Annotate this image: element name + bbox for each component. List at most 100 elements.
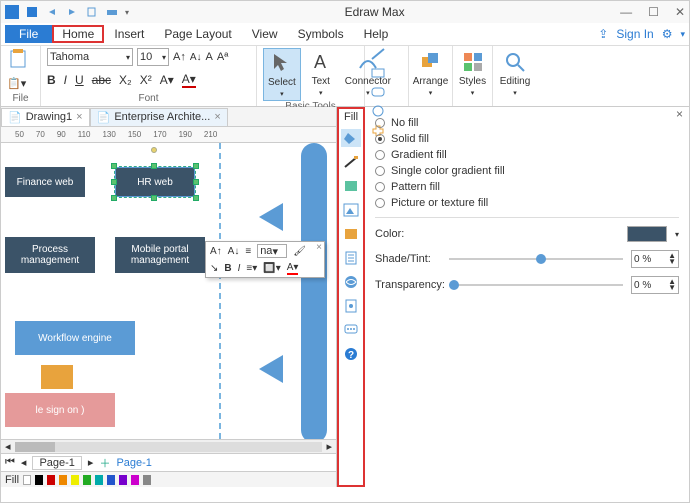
close-button[interactable]: ✕	[675, 5, 685, 19]
line-panel-icon[interactable]	[341, 153, 361, 171]
floating-mini-toolbar[interactable]: × A↑ A↓ ≡ na▾ 🖌 ↘ B I ≡▾ 🔲▾ A▾	[205, 241, 325, 278]
mini-fill-icon[interactable]: 🔲▾	[263, 263, 280, 274]
redo-icon[interactable]	[65, 5, 79, 19]
shape-process-mgmt[interactable]: Process management	[5, 237, 95, 273]
color-swatch[interactable]	[131, 475, 139, 485]
page-nav-first-icon[interactable]: ⏮	[5, 456, 15, 469]
rotation-handle[interactable]	[151, 147, 157, 153]
picture-panel-icon[interactable]	[341, 201, 361, 219]
mini-more-icon[interactable]: ↘	[210, 263, 218, 274]
page-panel-icon[interactable]	[341, 249, 361, 267]
fill-option-gradient[interactable]: Gradient fill	[375, 149, 679, 161]
add-page-icon[interactable]: ＋	[99, 455, 110, 471]
connector-arrow[interactable]	[41, 365, 73, 389]
drawing-canvas[interactable]: Finance web HR web Process management Mo…	[1, 143, 336, 439]
arrow-left-shape[interactable]	[259, 203, 283, 231]
pagelayout-menu[interactable]: Page Layout	[154, 25, 241, 43]
color-picker-button[interactable]	[627, 226, 667, 242]
font-more-icon[interactable]: Aª	[217, 51, 228, 63]
page-nav-prev-icon[interactable]: ◂	[21, 456, 27, 469]
rect-shape-icon[interactable]	[371, 67, 385, 82]
mini-line-icon[interactable]: ≡▾	[246, 263, 257, 274]
fontcolor-button[interactable]: A▾	[182, 72, 196, 88]
minimize-button[interactable]: —	[620, 5, 632, 19]
fill-option-singlegrad[interactable]: Single color gradient fill	[375, 165, 679, 177]
highlight-button[interactable]: A▾	[160, 73, 174, 87]
color-swatch[interactable]	[59, 475, 67, 485]
strike-button[interactable]: abc	[92, 73, 111, 87]
shape-finance-web[interactable]: Finance web	[5, 167, 85, 197]
print-icon[interactable]	[105, 5, 119, 19]
bold-button[interactable]: B	[47, 73, 56, 87]
hyperlink-panel-icon[interactable]	[341, 273, 361, 291]
italic-button[interactable]: I	[64, 73, 67, 87]
close-tab-icon[interactable]: ×	[76, 111, 82, 123]
page-tab[interactable]: Page-1	[32, 456, 81, 470]
shape-mobile-mgmt[interactable]: Mobile portal management	[115, 237, 205, 273]
close-panel-icon[interactable]: ×	[676, 107, 683, 121]
grow-font-icon[interactable]: A↑	[173, 51, 186, 63]
big-arrow-shape[interactable]	[301, 143, 327, 439]
fill-option-solid[interactable]: Solid fill	[375, 133, 679, 145]
clear-format-icon[interactable]: A	[206, 51, 213, 63]
page-nav-next-icon[interactable]: ▸	[88, 456, 94, 469]
home-menu[interactable]: Home	[52, 25, 104, 43]
font-name-select[interactable]: Tahoma▾	[47, 48, 133, 66]
mini-bold-icon[interactable]: B	[224, 263, 231, 274]
select-tool[interactable]: Select▾	[263, 48, 301, 101]
fill-option-picture[interactable]: Picture or texture fill	[375, 197, 679, 209]
rounded-shape-icon[interactable]	[371, 86, 385, 101]
arrange-button[interactable]: Arrange▾	[415, 48, 446, 99]
shrink-font-icon[interactable]: A↓	[190, 52, 202, 63]
line-shape-icon[interactable]	[371, 48, 385, 63]
styles-button[interactable]: Styles▾	[459, 48, 486, 99]
mini-fontcolor-icon[interactable]: A▾	[287, 262, 299, 275]
mini-fontgrow-icon[interactable]: A↑	[210, 246, 222, 257]
shape-workflow[interactable]: Workflow engine	[15, 321, 135, 355]
color-swatch[interactable]	[143, 475, 151, 485]
shape-sso[interactable]: le sign on )	[5, 393, 115, 427]
color-swatch[interactable]	[47, 475, 55, 485]
maximize-button[interactable]: ☐	[648, 5, 659, 19]
mini-italic-icon[interactable]: I	[238, 263, 241, 274]
mini-brush-icon[interactable]: 🖌	[293, 246, 306, 257]
paste-icon[interactable]	[7, 48, 34, 73]
fill-panel-icon[interactable]	[341, 129, 361, 147]
close-mini-toolbar-icon[interactable]: ×	[316, 242, 322, 253]
page-tab-2[interactable]: Page-1	[116, 457, 151, 469]
clipboard-dropdown-icon[interactable]: 📋▾	[7, 77, 34, 90]
color-swatch[interactable]	[23, 475, 31, 485]
underline-button[interactable]: U	[75, 73, 84, 87]
shade-slider[interactable]	[449, 258, 623, 260]
font-size-select[interactable]: 10▾	[137, 48, 169, 66]
share-icon[interactable]: ⇪	[598, 27, 608, 41]
shadow-panel-icon[interactable]	[341, 177, 361, 195]
doc-tab-enterprise[interactable]: 📄Enterprise Archite...×	[90, 108, 228, 127]
help-panel-icon[interactable]: ?	[341, 345, 361, 363]
color-swatch[interactable]	[35, 475, 43, 485]
text-tool[interactable]: A Text▾	[305, 48, 337, 101]
editing-button[interactable]: Editing▾	[499, 48, 531, 99]
color-swatch[interactable]	[71, 475, 79, 485]
color-swatch[interactable]	[119, 475, 127, 485]
comment-panel-icon[interactable]	[341, 321, 361, 339]
ribbon-collapse-icon[interactable]: ▾	[680, 29, 685, 40]
attachment-panel-icon[interactable]	[341, 297, 361, 315]
insert-menu[interactable]: Insert	[104, 25, 154, 43]
doc-tab-drawing1[interactable]: 📄Drawing1×	[1, 108, 90, 127]
shade-spinner[interactable]: 0 %▲▼	[631, 250, 679, 268]
horizontal-scrollbar[interactable]: ◂▸	[1, 439, 336, 453]
transparency-slider[interactable]	[449, 284, 623, 286]
fill-option-nofill[interactable]: No fill	[375, 117, 679, 129]
signin-link[interactable]: Sign In	[616, 27, 653, 41]
mini-fontshrink-icon[interactable]: A↓	[228, 246, 240, 257]
file-menu[interactable]: File	[5, 25, 52, 43]
help-menu[interactable]: Help	[354, 25, 399, 43]
subscript-button[interactable]: X₂	[119, 73, 132, 87]
fill-option-pattern[interactable]: Pattern fill	[375, 181, 679, 193]
superscript-button[interactable]: X²	[140, 73, 152, 87]
settings-icon[interactable]: ⚙	[662, 27, 673, 41]
mini-font-select[interactable]: na▾	[257, 244, 287, 258]
layer-panel-icon[interactable]	[341, 225, 361, 243]
color-swatch[interactable]	[107, 475, 115, 485]
